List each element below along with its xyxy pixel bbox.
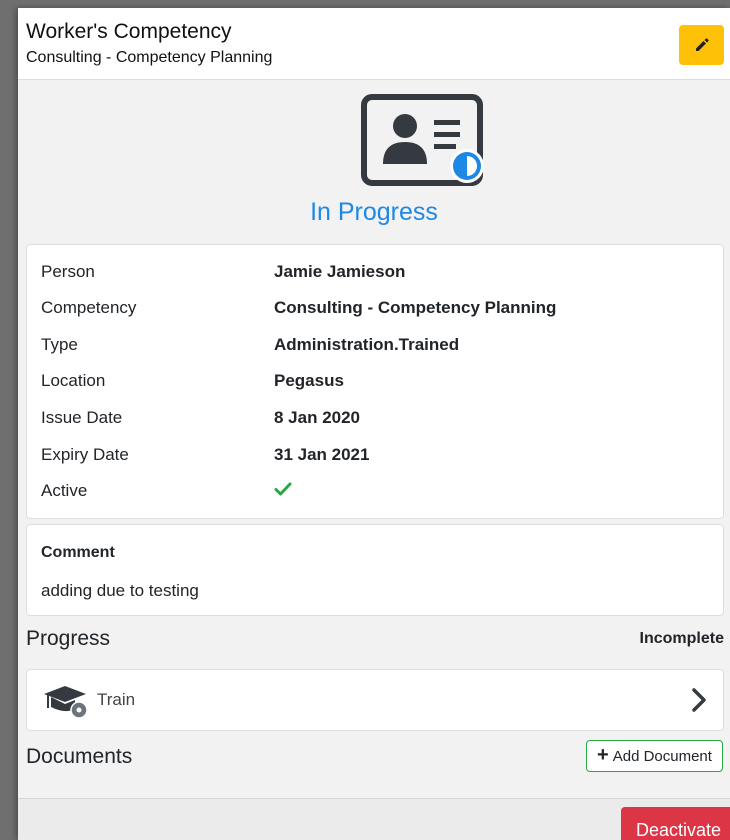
deactivate-button[interactable]: Deactivate — [621, 807, 730, 840]
detail-label: Expiry Date — [41, 445, 129, 464]
comment-label: Comment — [41, 544, 115, 561]
add-document-button[interactable]: + Add Document — [586, 740, 723, 772]
progress-item-train[interactable]: Train — [26, 669, 724, 731]
detail-value: Administration.Trained — [274, 335, 460, 354]
comment-text: adding due to testing — [41, 581, 199, 600]
detail-label: Location — [41, 371, 106, 390]
details-card: Person Jamie Jamieson Competency Consult… — [26, 244, 724, 519]
competency-panel: Worker's Competency Consulting - Compete… — [18, 8, 730, 840]
chevron-right-icon — [692, 688, 706, 712]
page-subtitle: Consulting - Competency Planning — [26, 49, 273, 66]
status-label: In Progress — [310, 198, 438, 226]
comment-card: Comment adding due to testing — [26, 524, 724, 616]
add-document-label: Add Document — [612, 747, 712, 765]
detail-label: Competency — [41, 298, 137, 317]
id-card-half-filled-icon — [361, 94, 484, 186]
page-title: Worker's Competency — [26, 20, 232, 43]
progress-heading: Progress — [26, 627, 111, 650]
detail-label: Active — [41, 481, 88, 500]
plus-icon: + — [597, 744, 609, 766]
progress-status: Incomplete — [639, 630, 724, 647]
edit-button[interactable] — [679, 25, 724, 65]
checkmark-icon — [274, 482, 292, 496]
panel-header: Worker's Competency Consulting - Compete… — [18, 8, 730, 80]
progress-item-label: Train — [97, 690, 136, 709]
detail-label: Person — [41, 262, 95, 281]
detail-value — [274, 481, 714, 502]
graduation-cap-icon — [44, 686, 88, 719]
pencil-icon — [695, 38, 709, 51]
detail-value: Consulting - Competency Planning — [274, 298, 557, 317]
detail-value: Pegasus — [274, 371, 344, 390]
detail-value: Jamie Jamieson — [274, 262, 406, 281]
detail-label: Type — [41, 335, 78, 354]
detail-label: Issue Date — [41, 408, 123, 427]
status-hero: In Progress — [18, 94, 730, 229]
documents-heading: Documents — [26, 745, 133, 768]
detail-value: 8 Jan 2020 — [274, 408, 361, 427]
detail-value: 31 Jan 2021 — [274, 445, 370, 464]
